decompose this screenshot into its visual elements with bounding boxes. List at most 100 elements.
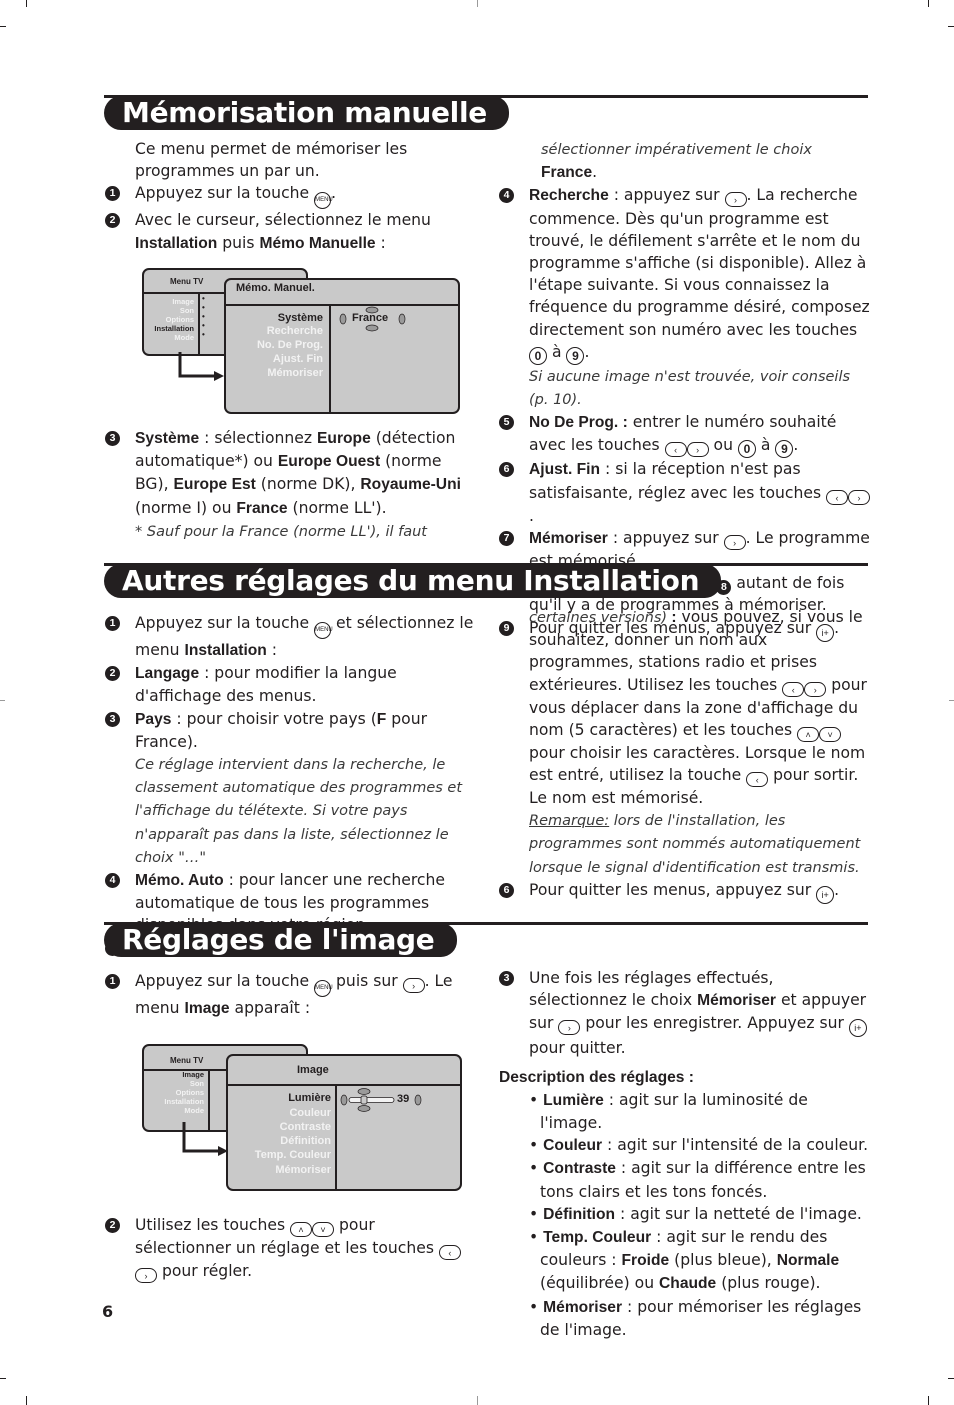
memo-item-ajust-fin: Ajust. Fin bbox=[272, 353, 323, 365]
autres-step-2: 2 Langage : pour modifier la langue d'af… bbox=[105, 662, 475, 707]
arrow-icon bbox=[182, 1122, 228, 1156]
tv-menu-item-image: Image bbox=[172, 297, 194, 306]
step-number: 3 bbox=[105, 431, 120, 446]
digit-9-key-icon: 9 bbox=[566, 346, 585, 365]
autres-right-column: certaines versions) : vous pouvez, si vo… bbox=[499, 606, 871, 904]
crop-mark bbox=[0, 1378, 6, 1379]
memo-item-memoriser: Mémoriser bbox=[267, 367, 323, 379]
memorisation-left-column-2: 3 Système : sélectionnez Europe (détecti… bbox=[105, 427, 475, 543]
crop-mark bbox=[477, 1396, 478, 1405]
digit-0-key-icon: 0 bbox=[529, 346, 547, 365]
image-left-column: 1 Appuyez sur la touche MENU puis sur ›.… bbox=[105, 970, 475, 1020]
tv-menu-item-installation: Installation bbox=[154, 324, 194, 333]
up-key-icon: ˄ bbox=[290, 1222, 313, 1237]
image-right-column: 3 Une fois les réglages effectués, sélec… bbox=[499, 967, 871, 1341]
right-key-icon: › bbox=[686, 442, 709, 458]
crop-mark bbox=[948, 26, 954, 27]
memorisation-step-3: 3 Système : sélectionnez Europe (détecti… bbox=[105, 427, 475, 543]
image-step-2: 2 Utilisez les touches ˄ ˅ pour sélection… bbox=[105, 1214, 475, 1283]
autres-step-6: 6 Pour quitter les menus, appuyez sur i+… bbox=[499, 879, 871, 904]
image-item-memoriser: Mémoriser bbox=[275, 1164, 331, 1176]
autres-step-1: 1 Appuyez sur la touche MENU et sélectio… bbox=[105, 612, 475, 662]
left-key-icon: ‹ bbox=[664, 442, 687, 458]
description-item-contraste: • Contraste : agit sur la différence ent… bbox=[529, 1159, 866, 1201]
step-number: 1 bbox=[105, 186, 120, 202]
memorisation-step-2: 2 Avec le curseur, sélectionnez le menu … bbox=[105, 209, 475, 254]
step-number: 1 bbox=[105, 974, 120, 989]
down-key-icon: ˅ bbox=[819, 726, 842, 742]
autres-step-5-continued: certaines versions) : vous pouvez, si vo… bbox=[529, 608, 867, 876]
step-number: 4 bbox=[499, 188, 514, 204]
remark: Remarque: lors de l'installation, les pr… bbox=[529, 813, 861, 876]
memo-item-no-de-prog: No. De Prog. bbox=[256, 339, 323, 351]
autres-step-3: 3 Pays : pour choisir votre pays (F pour… bbox=[105, 708, 475, 869]
step-number: 2 bbox=[105, 666, 120, 682]
footnote: * Sauf pour la France (norme LL'), il fa… bbox=[135, 523, 427, 540]
step-number: 3 bbox=[105, 711, 120, 727]
image-step-3: 3 Une fois les réglages effectués, sélec… bbox=[499, 967, 871, 1060]
memorisation-step-1: 1 Appuyez sur la touche MENU. bbox=[105, 182, 475, 210]
up-key-icon: ˄ bbox=[797, 726, 820, 742]
crop-mark bbox=[928, 1396, 929, 1405]
exit-key-icon: i+ bbox=[816, 885, 835, 904]
arrow-icon bbox=[178, 352, 224, 381]
description-list: • Lumière : agit sur la luminosité de l'… bbox=[499, 1089, 871, 1341]
section-title-memorisation: Mémorisation manuelle bbox=[104, 96, 509, 130]
digit-9-key-icon: 9 bbox=[775, 440, 794, 459]
footnote-continued: sélectionner impérativement le choix Fra… bbox=[541, 142, 812, 182]
right-key-icon: › bbox=[848, 489, 871, 505]
crop-mark bbox=[477, 0, 478, 7]
image-item-definition: Définition bbox=[280, 1135, 331, 1147]
tv-menu-item-installation: Installation bbox=[164, 1097, 204, 1106]
image-item-lumiere: Lumière bbox=[288, 1092, 331, 1104]
tv-menu-item-mode: Mode bbox=[174, 333, 194, 342]
section-title-image: Réglages de l'image bbox=[104, 923, 457, 957]
right-key-icon: › bbox=[723, 534, 746, 550]
page-number: 6 bbox=[102, 1302, 114, 1321]
image-item-contraste: Contraste bbox=[279, 1121, 331, 1133]
tv-menu-item-image: Image bbox=[182, 1070, 204, 1079]
tv-menu-diagram-image: Menu TV Image Son Options Installation M… bbox=[142, 1044, 462, 1192]
exit-key-icon: i+ bbox=[848, 1019, 867, 1038]
lumiere-slider bbox=[340, 1088, 422, 1112]
tv-menu-title: Menu TV bbox=[170, 277, 204, 286]
pays-note: Ce réglage intervient dans la recherche,… bbox=[135, 757, 463, 866]
step-number: 2 bbox=[105, 213, 120, 229]
right-key-icon: › bbox=[402, 978, 425, 993]
memo-value-france: France bbox=[352, 312, 389, 324]
description-title: Description des réglages : bbox=[499, 1068, 694, 1086]
step-number: 6 bbox=[499, 882, 514, 898]
tv-menu-item-options: Options bbox=[175, 1088, 204, 1097]
image-item-temp-couleur: Temp. Couleur bbox=[254, 1149, 331, 1161]
lumiere-value: 39 bbox=[397, 1093, 410, 1105]
right-key-icon: › bbox=[804, 681, 827, 697]
left-key-icon: ‹ bbox=[782, 681, 805, 697]
tv-menu-item-options: Options bbox=[165, 315, 194, 324]
down-key-icon: ˅ bbox=[312, 1222, 335, 1237]
left-key-icon: ‹ bbox=[826, 489, 849, 505]
crop-mark bbox=[26, 1396, 27, 1405]
step-number: 2 bbox=[105, 1218, 120, 1233]
image-menu-panel bbox=[226, 1054, 462, 1191]
search-note: Si aucune image n'est trouvée, voir cons… bbox=[529, 368, 851, 409]
step-number: 3 bbox=[499, 971, 514, 986]
memorisation-intro: Ce menu permet de mémoriser les programm… bbox=[135, 140, 408, 181]
autres-left-column: 1 Appuyez sur la touche MENU et sélectio… bbox=[105, 612, 475, 960]
step-number: 1 bbox=[105, 616, 120, 631]
menu-key-icon: MENU bbox=[314, 622, 333, 639]
crop-mark bbox=[928, 0, 929, 7]
right-key-icon: › bbox=[135, 1268, 157, 1283]
description-item-definition: • Définition : agit sur la netteté de l'… bbox=[529, 1204, 862, 1223]
image-item-couleur: Couleur bbox=[289, 1107, 331, 1119]
step-number: 7 bbox=[499, 530, 514, 546]
crop-mark bbox=[0, 26, 6, 27]
description-item-memoriser: • Mémoriser : pour mémoriser les réglage… bbox=[529, 1297, 862, 1339]
crop-mark bbox=[26, 0, 27, 7]
crop-mark bbox=[949, 700, 954, 701]
description-item-lumiere: • Lumière : agit sur la luminosité de l'… bbox=[529, 1090, 808, 1133]
memorisation-step-5: 5 No De Prog. : entrer le numéro souhait… bbox=[499, 411, 871, 459]
tv-menu-item-mode: Mode bbox=[184, 1106, 204, 1115]
memorisation-step-6: 6 Ajust. Fin : si la réception n'est pas… bbox=[499, 458, 871, 526]
memo-item-systeme: Système bbox=[277, 312, 323, 324]
left-key-icon: ‹ bbox=[438, 1245, 461, 1260]
